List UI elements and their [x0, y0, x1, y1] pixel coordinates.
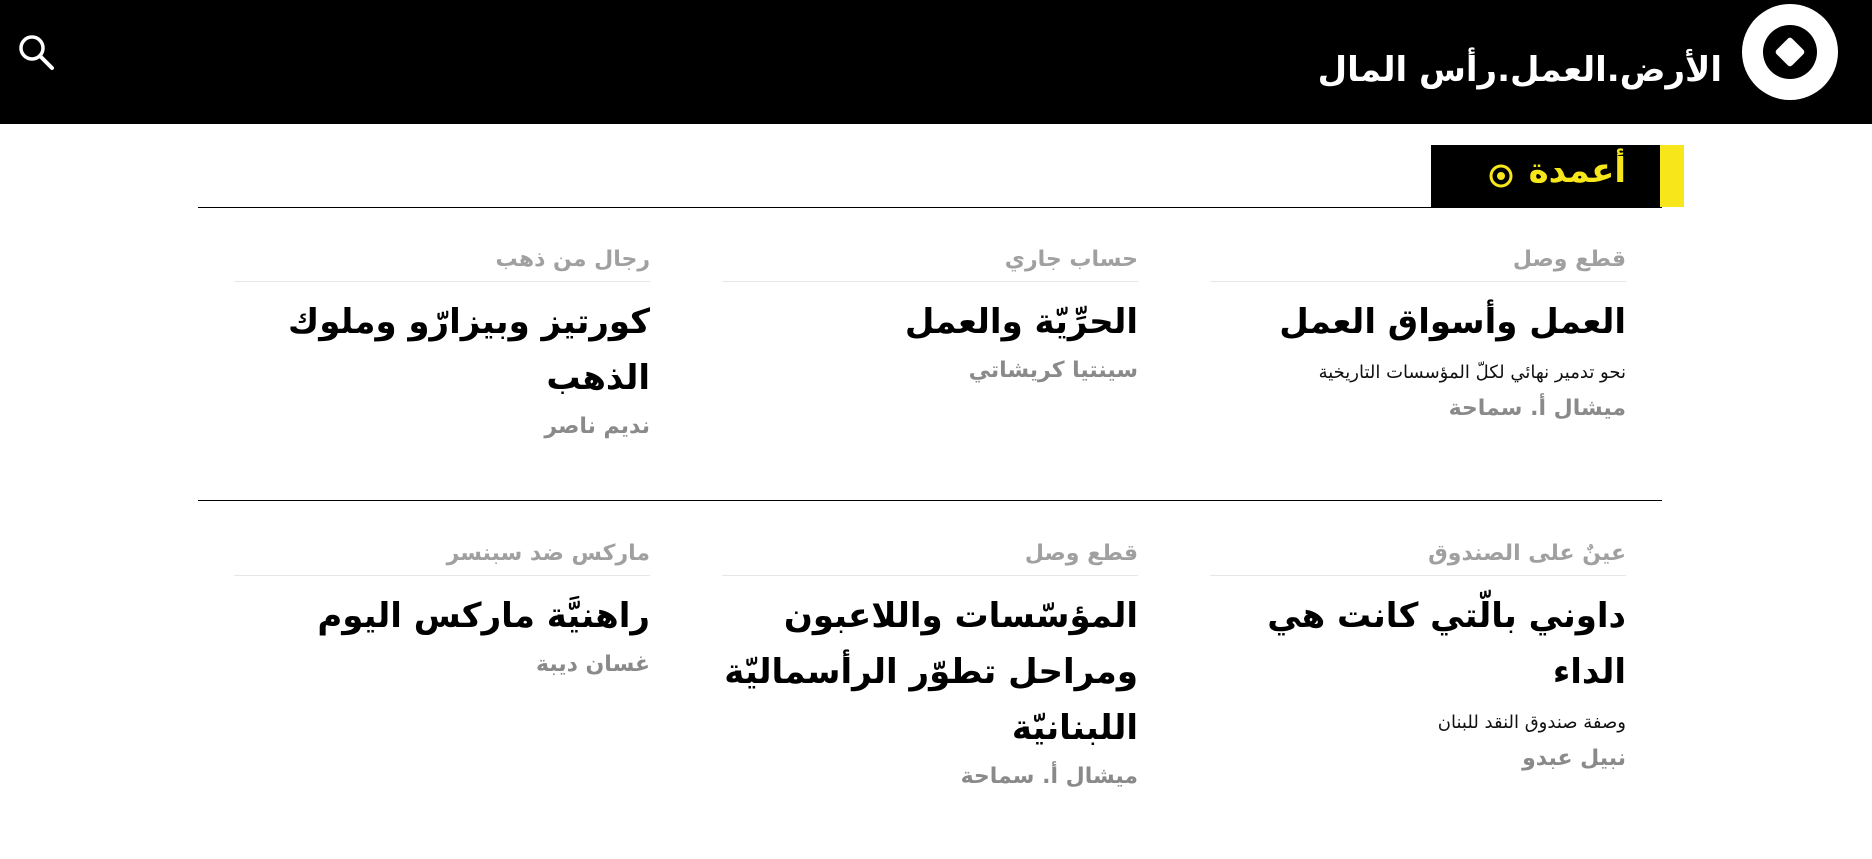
article-card[interactable]: قطع وصل المؤسّسات واللاعبون ومراحل تطوّر…: [722, 536, 1138, 794]
article-author[interactable]: غسان ديبة: [234, 648, 650, 682]
article-card[interactable]: قطع وصل العمل وأسواق العمل نحو تدمير نها…: [1210, 242, 1626, 426]
search-icon: [16, 35, 56, 76]
article-author[interactable]: ميشال أ. سماحة: [1210, 392, 1626, 426]
section-divider: [198, 207, 1662, 208]
article-title[interactable]: كورتيز وبيزارّو وملوك الذهب: [234, 294, 650, 406]
site-logo[interactable]: [1742, 4, 1838, 100]
article-subtitle: وصفة صندوق النقد للبنان: [1437, 712, 1626, 733]
article-title[interactable]: العمل وأسواق العمل: [1210, 294, 1626, 350]
article-author[interactable]: ميشال أ. سماحة: [722, 760, 1138, 794]
row-divider: [198, 500, 1662, 501]
site-title[interactable]: الأرض.العمل.رأس المال: [1318, 50, 1722, 90]
section-tab-accent: [1660, 145, 1684, 207]
article-title[interactable]: الحرِّيّة والعمل: [722, 294, 1138, 350]
article-subtitle: نحو تدمير نهائي لكلّ المؤسسات التاريخية: [1318, 362, 1626, 383]
article-kicker[interactable]: قطع وصل: [722, 536, 1138, 576]
article-card[interactable]: عينٌ على الصندوق داوني بالّتي كانت هي ال…: [1210, 536, 1626, 776]
article-author[interactable]: سينتيا كريشاتي: [722, 354, 1138, 388]
section-tab[interactable]: أعمدة: [1431, 145, 1684, 207]
circle-dot-icon: [1488, 163, 1514, 189]
article-card[interactable]: ماركس ضد سبنسر راهنيَّة ماركس اليوم غسان…: [234, 536, 650, 682]
diamond-circle-logo-icon: [1742, 4, 1838, 100]
article-kicker[interactable]: عينٌ على الصندوق: [1210, 536, 1626, 576]
article-author[interactable]: نبيل عبدو: [1210, 742, 1626, 776]
article-title[interactable]: المؤسّسات واللاعبون ومراحل تطوّر الرأسما…: [722, 588, 1138, 756]
article-kicker[interactable]: ماركس ضد سبنسر: [234, 536, 650, 576]
article-card[interactable]: رجال من ذهب كورتيز وبيزارّو وملوك الذهب …: [234, 242, 650, 444]
top-bar: الأرض.العمل.رأس المال: [0, 0, 1872, 124]
article-kicker[interactable]: قطع وصل: [1210, 242, 1626, 282]
search-button[interactable]: [16, 32, 56, 72]
article-kicker[interactable]: حساب جاري: [722, 242, 1138, 282]
article-title[interactable]: راهنيَّة ماركس اليوم: [234, 588, 650, 644]
article-card[interactable]: حساب جاري الحرِّيّة والعمل سينتيا كريشات…: [722, 242, 1138, 388]
article-kicker[interactable]: رجال من ذهب: [234, 242, 650, 282]
article-title[interactable]: داوني بالّتي كانت هي الداء: [1210, 588, 1626, 700]
section-title: أعمدة: [1528, 151, 1626, 191]
article-author[interactable]: نديم ناصر: [234, 410, 650, 444]
